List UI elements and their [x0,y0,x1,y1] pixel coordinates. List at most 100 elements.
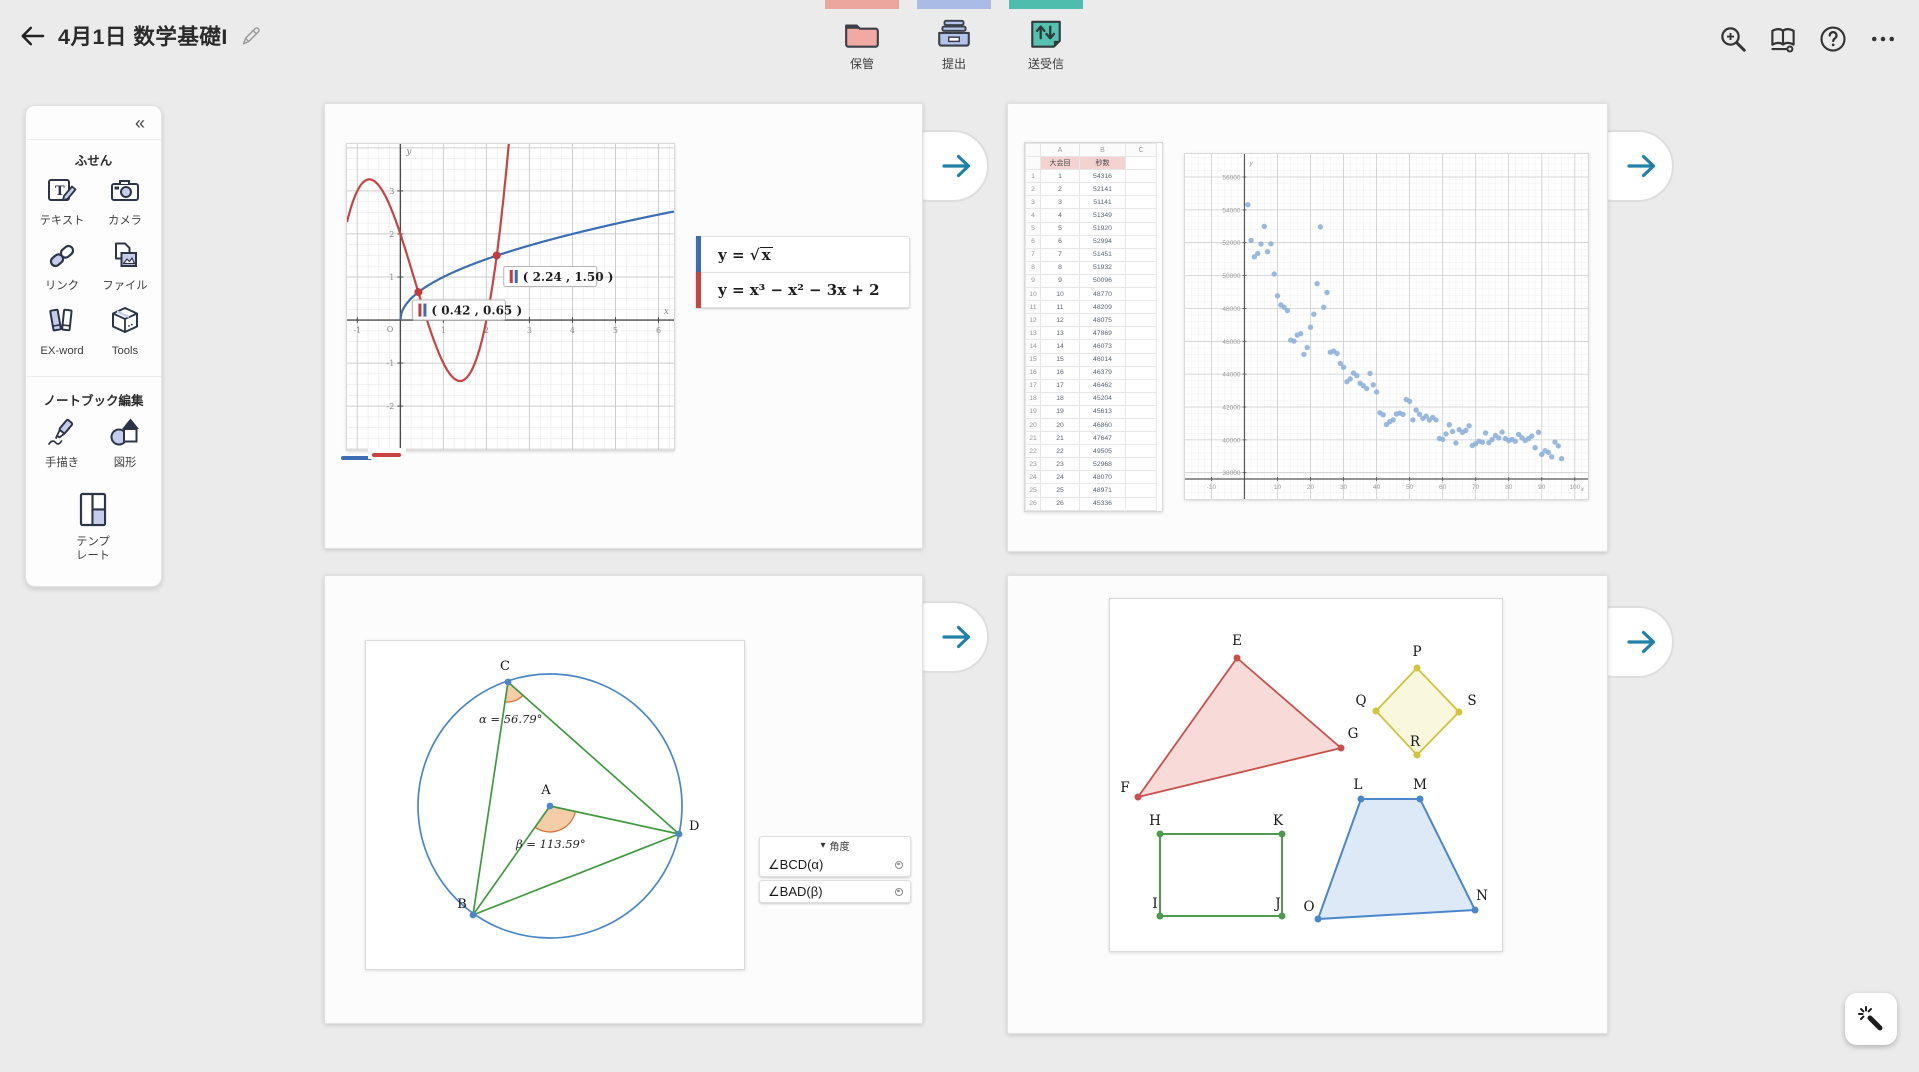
svg-text:70: 70 [1472,484,1480,491]
spreadsheet-table: ABC大会回秒数11543162252141335114144513495551… [1025,143,1162,511]
toolbar-button-send-receive[interactable]: 送受信 [1009,0,1083,72]
sidebar-item-template[interactable]: テンプレート [61,491,125,563]
svg-text:4: 4 [570,326,575,335]
svg-text:42000: 42000 [1222,405,1240,412]
svg-text:50: 50 [1406,484,1414,491]
svg-text:44000: 44000 [1222,372,1240,379]
sheet-data-row: 222249505 [1026,445,1157,458]
sheet-data-row: 212147647 [1026,432,1157,445]
svg-text:48000: 48000 [1222,306,1240,313]
sidebar-collapse-button[interactable]: « [127,110,153,136]
toolbar-button-storage[interactable]: 保管 [825,0,899,72]
edit-title-button[interactable] [240,25,262,47]
legend-swatch-red[interactable] [372,453,401,457]
vertex-label-D: D [689,819,699,834]
sheet-data-row: 8851932 [1026,261,1157,274]
back-arrow-icon [18,22,46,50]
angle-settings-icon[interactable] [895,861,903,869]
folder-icon [825,18,899,50]
page-title: 4月1日 数学基礎I [58,20,228,51]
svg-text:20: 20 [1307,484,1315,491]
presentation-button[interactable] [1764,20,1802,58]
angle-panel-box: ∠BAD(β) [759,880,911,903]
svg-text:3: 3 [389,187,394,196]
toolbar-button-submit[interactable]: 提出 [917,0,991,72]
vertex-label-F: F [1120,780,1129,796]
note-card-circle-geometry[interactable]: C A B D α = 56.79° β = 113.59° ▾ 角度 ∠BCD… [324,575,923,1024]
angle-settings-icon[interactable] [895,888,903,896]
point-coordinate-label: ( 2.24 , 1.50 ) [504,266,614,286]
header-title-group: 4月1日 数学基礎I [18,20,262,51]
sidebar-item-exword[interactable]: EX-word [30,304,94,359]
divider [26,139,161,140]
circle-geometry-svg: C A B D α = 56.79° β = 113.59° [366,641,744,969]
point-coordinate-label: ( 0.42 , 0.65 ) [412,300,522,320]
svg-text:40: 40 [1373,484,1381,491]
sidebar-item-handdraw[interactable]: 手描き [30,416,94,471]
sidebar-item-shapes[interactable]: 図形 [93,416,157,471]
sheet-data-row: 9950096 [1026,274,1157,287]
polygons-figure[interactable]: E G F P Q S R H K I J [1109,598,1503,952]
note-card-function-graph[interactable]: -1123456-2-1123Oxy( 0.42 , 0.65 )( 2.24 … [324,103,923,549]
note-card-polygons[interactable]: E G F P Q S R H K I J [1007,575,1608,1034]
sheet-data-row: 181845204 [1026,392,1157,405]
angle-row-bcd[interactable]: ∠BCD(α) [760,853,910,876]
scatter-plot[interactable]: -101020304050607080901003800040000420004… [1184,153,1589,500]
equation-color-bar [696,272,701,308]
more-button[interactable] [1864,20,1902,58]
pencil-icon [240,25,262,47]
function-graph-plot[interactable]: -1123456-2-1123Oxy( 0.42 , 0.65 )( 2.24 … [346,143,675,451]
intersection-point[interactable] [493,252,501,260]
sheet-data-row: 191945613 [1026,405,1157,418]
arrow-right-icon [940,149,974,183]
sidebar-item-text[interactable]: T テキスト [30,174,94,229]
sidebar-item-label: 手描き [30,457,94,471]
vertex-label-L: L [1354,777,1363,793]
svg-text:90: 90 [1538,484,1546,491]
spreadsheet[interactable]: ABC大会回秒数11543162252141335114144513495551… [1024,142,1163,512]
svg-text:x: x [1580,486,1585,493]
back-button[interactable] [18,22,46,50]
intersection-point[interactable] [414,288,422,296]
sidebar-item-file[interactable]: ファイル [93,239,157,294]
sidebar-item-tools[interactable]: Tools [93,304,157,359]
vertex-label-G: G [1348,726,1359,742]
equation-text: y = x³ − x² − 3x + 2 [718,281,880,299]
angle-measure-panel: ▾ 角度 ∠BCD(α) ∠BAD(β) [759,836,911,903]
svg-text:( 2.24 , 1.50 ): ( 2.24 , 1.50 ) [523,270,614,284]
graph-grid [347,144,674,450]
sheet-data-row: 262645336 [1026,497,1157,510]
help-button[interactable] [1814,20,1852,58]
svg-text:56000: 56000 [1222,175,1240,182]
angle-panel-header[interactable]: ▾ 角度 [760,837,910,853]
equation-row-sqrt[interactable]: y = √x [696,236,910,273]
vertex-label-R: R [1410,734,1421,750]
svg-text:O: O [387,325,394,334]
sheet-data-row: 3351141 [1026,196,1157,209]
sidebar-item-label: テンプレート [61,536,125,563]
sidebar-item-camera[interactable]: カメラ [93,174,157,229]
shapes-icon [108,416,142,450]
svg-text:30: 30 [1340,484,1348,491]
sheet-data-row: 141446073 [1026,340,1157,353]
svg-text:6: 6 [656,326,661,335]
svg-text:y: y [1248,160,1253,167]
vertex-label-K: K [1273,813,1284,829]
sidebar-item-link[interactable]: リンク [30,239,94,294]
scatter-plot-svg: -101020304050607080901003800040000420004… [1185,154,1588,499]
magic-wand-button[interactable] [1845,993,1897,1045]
angle-row-bad[interactable]: ∠BAD(β) [760,881,910,902]
vertex-label-I: I [1152,896,1157,912]
vertex-label-M: M [1413,777,1427,793]
file-icon [108,239,142,273]
zoom-button[interactable] [1714,20,1752,58]
geometry-figure[interactable]: C A B D α = 56.79° β = 113.59° [365,640,745,970]
equation-row-cubic[interactable]: y = x³ − x² − 3x + 2 [696,272,910,308]
sheet-data-row: 2252141 [1026,183,1157,196]
polygons-svg: E G F P Q S R H K I J [1110,599,1502,951]
note-card-statistics[interactable]: ABC大会回秒数11543162252141335114144513495551… [1007,103,1608,552]
sheet-data-row: 202046860 [1026,418,1157,431]
app-canvas: 4月1日 数学基礎I 保管 提出 [0,0,1919,1072]
sheet-table[interactable]: ABC大会回秒数11543162252141335114144513495551… [1025,143,1157,511]
alpha-value-label: α = 56.79° [479,712,542,726]
